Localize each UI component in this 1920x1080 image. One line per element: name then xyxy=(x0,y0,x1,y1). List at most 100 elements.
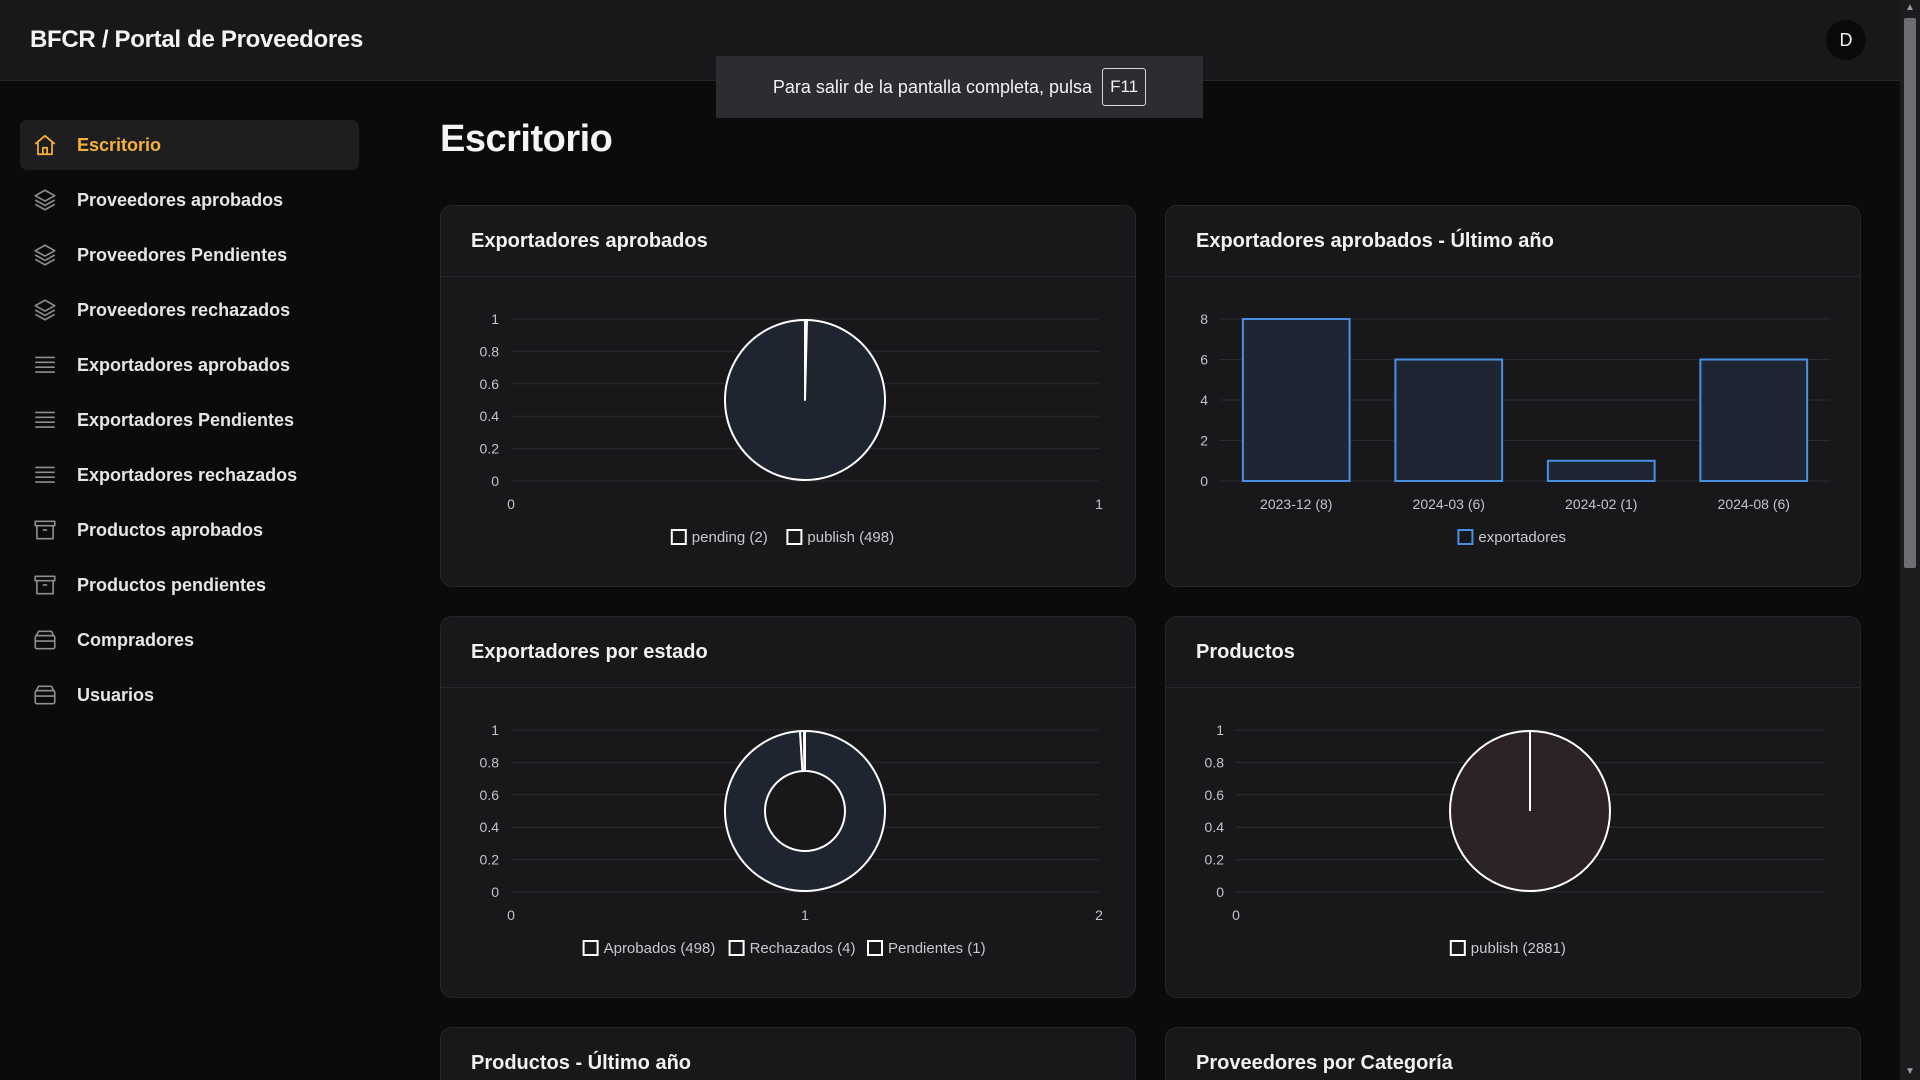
y-tick-label: 1 xyxy=(491,722,499,738)
bar xyxy=(1699,358,1809,482)
card-productos-ultimo-ano: Productos - Último año xyxy=(440,1027,1136,1080)
sidebar-item-productos-aprobados[interactable]: Productos aprobados xyxy=(20,505,359,555)
layers-icon xyxy=(32,242,58,268)
sidebar-item-label: Escritorio xyxy=(77,134,162,155)
y-tick-label: 0.2 xyxy=(480,441,500,457)
bar xyxy=(1241,318,1351,482)
bar xyxy=(1546,459,1656,482)
legend-swatch xyxy=(728,940,745,956)
y-tick-label: 0.4 xyxy=(1205,819,1225,835)
card-title: Productos - Último año xyxy=(441,1028,1135,1080)
y-tick-label: 4 xyxy=(1200,392,1208,408)
legend-label: publish (498) xyxy=(807,529,894,546)
list-icon xyxy=(32,462,58,488)
x-tick-label: 1 xyxy=(801,907,809,923)
pie-chart-exportadores-aprobados: 0 0.2 0.4 0.6 0.8 1 0 1 pending (2) publish (498) xyxy=(480,311,1104,546)
layers-icon xyxy=(32,297,58,323)
sidebar-item-label: Proveedores aprobados xyxy=(77,189,284,210)
card-exportadores-ultimo-ano: Exportadores aprobados - Último año 0 2 4 6… xyxy=(1165,205,1861,587)
fullscreen-notice: Para salir de la pantalla completa, puls… xyxy=(716,56,1203,118)
fullscreen-key: F11 xyxy=(1102,68,1147,106)
x-tick-label: 2023-12 (8) xyxy=(1260,496,1332,512)
scroll-down-icon[interactable]: ▼ xyxy=(1900,1064,1920,1080)
sidebar-item-productos-pendientes[interactable]: Productos pendientes xyxy=(20,560,359,610)
sidebar-item-label: Exportadores rechazados xyxy=(77,464,298,485)
database-icon xyxy=(32,682,58,708)
legend-swatch xyxy=(670,529,687,545)
legend-swatch xyxy=(867,940,883,956)
scrollbar-thumb[interactable] xyxy=(1904,18,1916,568)
y-tick-label: 0.8 xyxy=(480,754,500,770)
x-tick-label: 2024-02 (1) xyxy=(1565,496,1637,512)
y-tick-label: 0.6 xyxy=(480,787,500,803)
pie-chart-productos: 0 0.2 0.4 0.6 0.8 1 0 publish (2881) xyxy=(1205,722,1824,957)
y-tick-label: 0.4 xyxy=(480,408,500,424)
sidebar-item-escritorio[interactable]: Escritorio xyxy=(20,120,359,170)
card-exportadores-por-estado: Exportadores por estado 0 0.2 0.4 0.6 0.8 1 0 1… xyxy=(440,616,1136,998)
x-tick-label: 2024-08 (6) xyxy=(1718,496,1790,512)
user-avatar[interactable]: D xyxy=(1826,20,1866,60)
y-tick-label: 0.4 xyxy=(480,819,500,835)
card-title: Exportadores por estado xyxy=(441,617,1135,688)
doughnut-hole xyxy=(764,770,846,852)
sidebar-item-usuarios[interactable]: Usuarios xyxy=(20,670,359,720)
y-tick-label: 0.8 xyxy=(480,343,500,359)
sidebar-item-label: Compradores xyxy=(77,629,195,650)
legend-label: publish (2881) xyxy=(1471,940,1566,957)
y-tick-label: 1 xyxy=(491,311,499,327)
sidebar-item-exportadores-rechazados[interactable]: Exportadores rechazados xyxy=(20,450,359,500)
y-tick-label: 0 xyxy=(1200,473,1208,489)
x-tick-label: 1 xyxy=(1095,496,1103,512)
home-icon xyxy=(32,132,58,158)
card-productos: Productos 0 0.2 0.4 0.6 0.8 1 0 publish (2881) xyxy=(1165,616,1861,998)
sidebar-item-label: Productos aprobados xyxy=(77,519,264,540)
database-icon xyxy=(32,627,58,653)
page-title: Escritorio xyxy=(440,118,613,160)
sidebar-item-compradores[interactable]: Compradores xyxy=(20,615,359,665)
y-tick-label: 0 xyxy=(491,884,499,900)
legend-swatch xyxy=(786,529,803,545)
legend-label: exportadores xyxy=(1478,529,1566,546)
y-tick-label: 0.2 xyxy=(480,852,500,868)
legend-swatch xyxy=(1457,529,1474,545)
x-tick-label: 2024-03 (6) xyxy=(1413,496,1485,512)
y-tick-label: 2 xyxy=(1200,433,1208,449)
sidebar-item-exportadores-aprobados[interactable]: Exportadores aprobados xyxy=(20,340,359,390)
sidebar-item-label: Exportadores Pendientes xyxy=(77,409,295,430)
y-tick-label: 1 xyxy=(1216,722,1224,738)
card-title: Exportadores aprobados - Último año xyxy=(1166,206,1860,277)
pie-slice xyxy=(724,319,886,481)
y-tick-label: 0.6 xyxy=(1205,787,1225,803)
app-title[interactable]: BFCR / Portal de Proveedores xyxy=(30,26,363,54)
y-tick-label: 0.8 xyxy=(1205,754,1225,770)
card-proveedores-por-categoria: Proveedores por Categoría xyxy=(1165,1027,1861,1080)
y-tick-label: 6 xyxy=(1200,352,1208,368)
layers-icon xyxy=(32,187,58,213)
sidebar-item-proveedores-pendientes[interactable]: Proveedores Pendientes xyxy=(20,230,359,280)
x-tick-label: 2 xyxy=(1095,907,1103,923)
card-title: Proveedores por Categoría xyxy=(1166,1028,1860,1080)
sidebar-item-label: Proveedores Pendientes xyxy=(77,244,288,265)
archive-icon xyxy=(32,517,58,543)
sidebar-item-label: Exportadores aprobados xyxy=(77,354,291,375)
y-tick-label: 0.2 xyxy=(1205,852,1225,868)
legend-swatch xyxy=(1449,940,1466,956)
card-title: Productos xyxy=(1166,617,1860,688)
sidebar-item-label: Productos pendientes xyxy=(77,574,267,595)
card-exportadores-aprobados: Exportadores aprobados 0 0.2 0.4 0.6 0.8 1 0 1 p… xyxy=(440,205,1136,587)
x-tick-label: 0 xyxy=(1232,907,1240,923)
sidebar-item-label: Proveedores rechazados xyxy=(77,299,291,320)
legend-label: Pendientes (1) xyxy=(888,940,986,957)
sidebar-item-label: Usuarios xyxy=(77,684,155,705)
sidebar-item-exportadores-pendientes[interactable]: Exportadores Pendientes xyxy=(20,395,359,445)
x-tick-label: 0 xyxy=(507,496,515,512)
legend-swatch xyxy=(582,940,599,956)
page-scrollbar[interactable]: ▲ ▼ xyxy=(1900,0,1920,1080)
scroll-up-icon[interactable]: ▲ xyxy=(1900,0,1920,16)
card-title: Exportadores aprobados xyxy=(441,206,1135,277)
fullscreen-notice-text: Para salir de la pantalla completa, puls… xyxy=(772,76,1093,97)
x-tick-label: 0 xyxy=(507,907,515,923)
bar-chart-exportadores-ultimo-ano: 0 2 4 6 8 2023-12 (8) 2024-03 (6) 2024-02 (1) 20… xyxy=(1200,311,1830,546)
sidebar-item-proveedores-rechazados[interactable]: Proveedores rechazados xyxy=(20,285,359,335)
sidebar-item-proveedores-aprobados[interactable]: Proveedores aprobados xyxy=(20,175,359,225)
